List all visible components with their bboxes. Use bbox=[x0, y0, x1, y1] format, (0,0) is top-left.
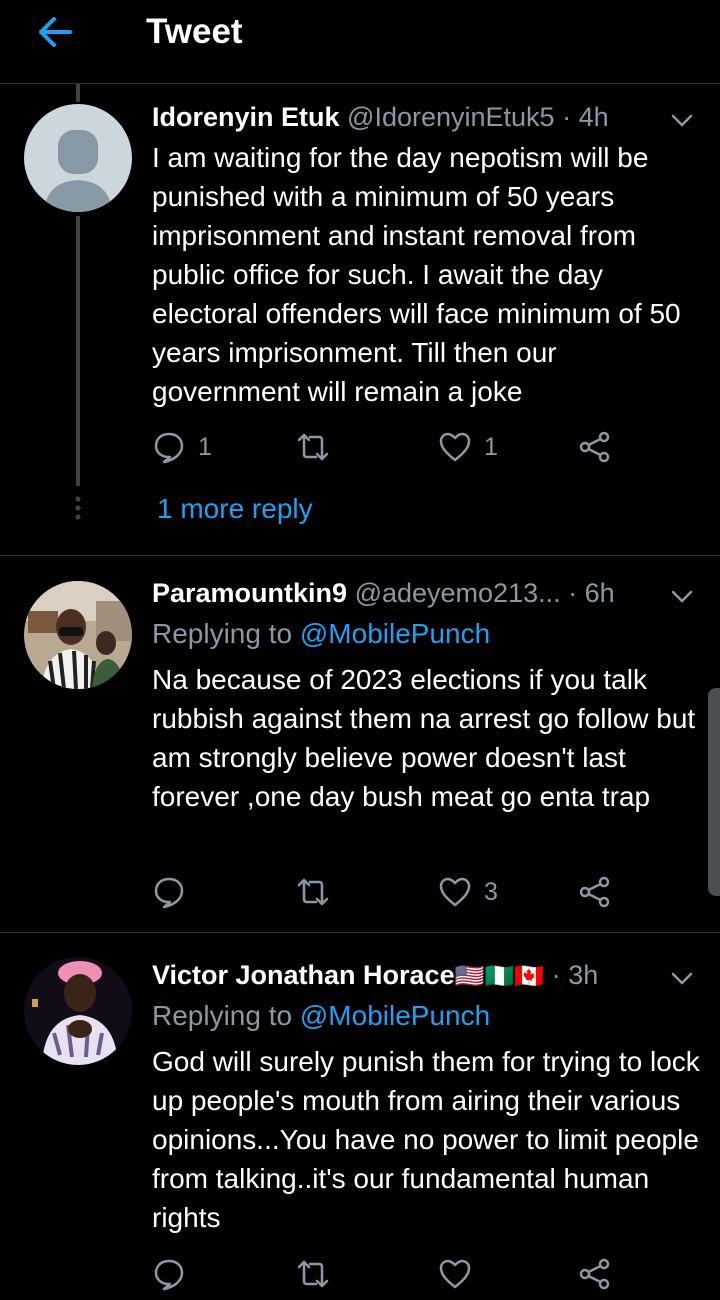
mention-link[interactable]: @MobilePunch bbox=[300, 1000, 490, 1031]
retweet-button[interactable] bbox=[296, 1254, 330, 1294]
replying-to: Replying to @MobilePunch bbox=[152, 999, 490, 1033]
heart-icon bbox=[439, 877, 471, 907]
timestamp[interactable]: 6h bbox=[585, 578, 615, 608]
like-button[interactable]: 3 bbox=[438, 872, 498, 912]
default-avatar-icon bbox=[24, 104, 132, 212]
separator: · bbox=[562, 102, 572, 132]
like-count: 3 bbox=[484, 877, 498, 906]
back-button[interactable] bbox=[34, 10, 78, 54]
separator: · bbox=[568, 578, 578, 608]
like-button[interactable] bbox=[438, 1254, 472, 1294]
share-icon bbox=[579, 1258, 610, 1290]
heart-icon bbox=[439, 1259, 471, 1289]
comment-icon bbox=[154, 432, 184, 464]
share-icon bbox=[579, 876, 610, 908]
reply-button[interactable] bbox=[152, 872, 186, 912]
author-handle[interactable]: @adeyemo213... bbox=[355, 578, 561, 608]
separator: · bbox=[551, 960, 561, 990]
arrow-left-icon bbox=[39, 17, 72, 47]
comment-icon bbox=[154, 1259, 184, 1291]
top-bar: Tweet bbox=[0, 0, 720, 84]
thread-dots-icon bbox=[75, 496, 81, 520]
share-button[interactable] bbox=[578, 1254, 612, 1294]
retweet-button[interactable] bbox=[296, 872, 330, 912]
tweet-text: I am waiting for the day nepotism will b… bbox=[152, 142, 681, 407]
divider bbox=[0, 932, 720, 933]
tweet-meta: Paramountkin9 @adeyemo213... · 6h bbox=[152, 576, 700, 610]
chevron-down-icon[interactable] bbox=[668, 964, 696, 992]
replying-prefix: Replying to bbox=[152, 618, 293, 649]
retweet-button[interactable] bbox=[296, 427, 330, 467]
divider bbox=[0, 555, 720, 556]
timestamp[interactable]: 4h bbox=[579, 102, 609, 132]
tweet-actions: 3 bbox=[152, 872, 632, 912]
retweet-icon bbox=[297, 433, 329, 461]
reply-count: 1 bbox=[198, 432, 212, 461]
author-handle[interactable]: @IdorenyinEtuk5 bbox=[347, 102, 555, 132]
tweet-text: Na because of 2023 elections if you talk… bbox=[152, 664, 696, 812]
tweet-text: God will surely punish them for trying t… bbox=[152, 1046, 700, 1233]
scrollbar-thumb[interactable] bbox=[708, 688, 720, 896]
tweet-meta: Idorenyin Etuk @IdorenyinEtuk5 · 4h bbox=[152, 100, 700, 134]
timestamp[interactable]: 3h bbox=[568, 960, 598, 990]
mention-link[interactable]: @MobilePunch bbox=[300, 618, 490, 649]
comment-icon bbox=[154, 877, 184, 909]
avatar[interactable] bbox=[24, 104, 132, 212]
chevron-down-icon[interactable] bbox=[668, 582, 696, 610]
like-button[interactable]: 1 bbox=[438, 427, 498, 467]
profile-photo bbox=[24, 581, 132, 689]
author-name[interactable]: Idorenyin Etuk bbox=[152, 102, 340, 132]
thread-line bbox=[76, 84, 80, 102]
thread-line bbox=[76, 216, 80, 486]
more-replies-link[interactable]: 1 more reply bbox=[157, 493, 313, 525]
replying-to: Replying to @MobilePunch bbox=[152, 617, 490, 651]
profile-photo bbox=[24, 957, 132, 1065]
country-flags: 🇺🇸🇳🇬🇨🇦 bbox=[454, 963, 545, 990]
tweet-meta: Victor Jonathan Horace🇺🇸🇳🇬🇨🇦 · 3h bbox=[152, 958, 700, 992]
tweet-actions: 1 1 bbox=[152, 427, 632, 467]
tweet-actions bbox=[152, 1254, 632, 1294]
author-name[interactable]: Paramountkin9 bbox=[152, 578, 347, 608]
reply-button[interactable]: 1 bbox=[152, 427, 212, 467]
avatar[interactable] bbox=[24, 957, 132, 1065]
like-count: 1 bbox=[484, 432, 498, 461]
share-button[interactable] bbox=[578, 427, 612, 467]
chevron-down-icon[interactable] bbox=[668, 106, 696, 134]
retweet-icon bbox=[297, 878, 329, 906]
avatar[interactable] bbox=[24, 581, 132, 689]
page-title: Tweet bbox=[146, 12, 243, 51]
author-name[interactable]: Victor Jonathan Horace bbox=[152, 960, 455, 990]
share-button[interactable] bbox=[578, 872, 612, 912]
retweet-icon bbox=[297, 1260, 329, 1288]
reply-button[interactable] bbox=[152, 1254, 186, 1294]
heart-icon bbox=[439, 432, 471, 462]
share-icon bbox=[579, 431, 610, 463]
replying-prefix: Replying to bbox=[152, 1000, 293, 1031]
